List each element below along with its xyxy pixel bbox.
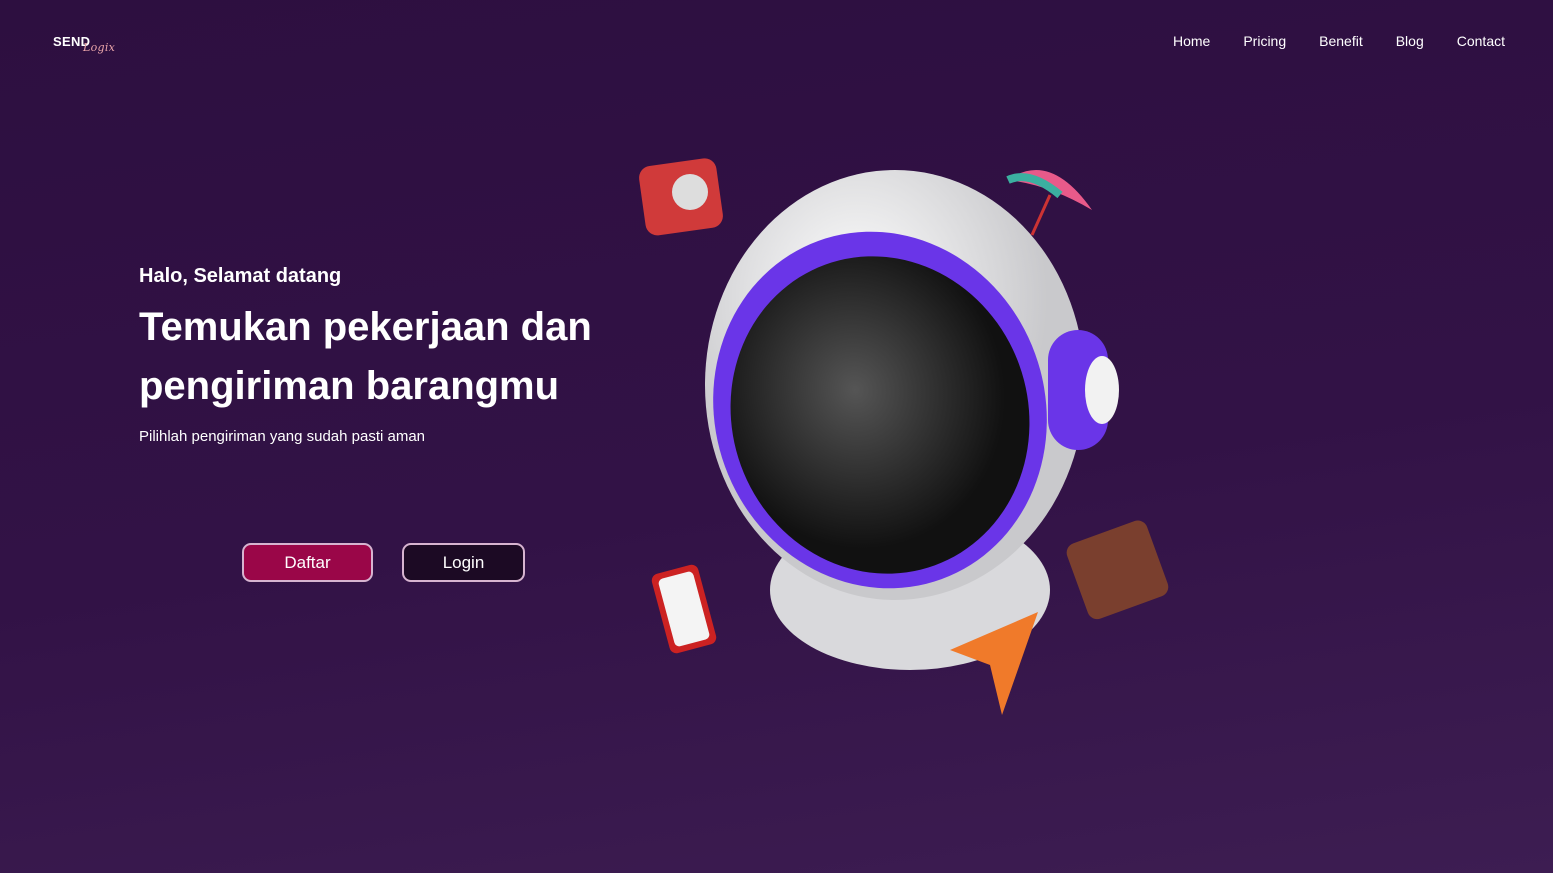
logo[interactable]: SEND Logix [53, 34, 115, 54]
daftar-button[interactable]: Daftar [242, 543, 373, 582]
nav-benefit[interactable]: Benefit [1319, 33, 1363, 49]
suitcase-icon [1066, 520, 1169, 620]
nav-blog[interactable]: Blog [1396, 33, 1424, 49]
login-button[interactable]: Login [402, 543, 525, 582]
heart-notification-icon [639, 158, 723, 236]
phone-icon [651, 564, 717, 654]
nav-pricing[interactable]: Pricing [1243, 33, 1286, 49]
main-nav: Home Pricing Benefit Blog Contact [1173, 33, 1505, 49]
hero-title: Temukan pekerjaan dan pengiriman barangm… [139, 305, 592, 408]
hero-subtitle: Pilihlah pengiriman yang sudah pasti ama… [139, 428, 426, 445]
nav-home[interactable]: Home [1173, 33, 1210, 49]
nav-contact[interactable]: Contact [1457, 33, 1505, 49]
astronaut-helmet-illustration [639, 158, 1169, 715]
logo-script: Logix [83, 41, 116, 54]
helmet-icon [705, 170, 1119, 670]
hero-greeting: Halo, Selamat datang [139, 265, 342, 287]
